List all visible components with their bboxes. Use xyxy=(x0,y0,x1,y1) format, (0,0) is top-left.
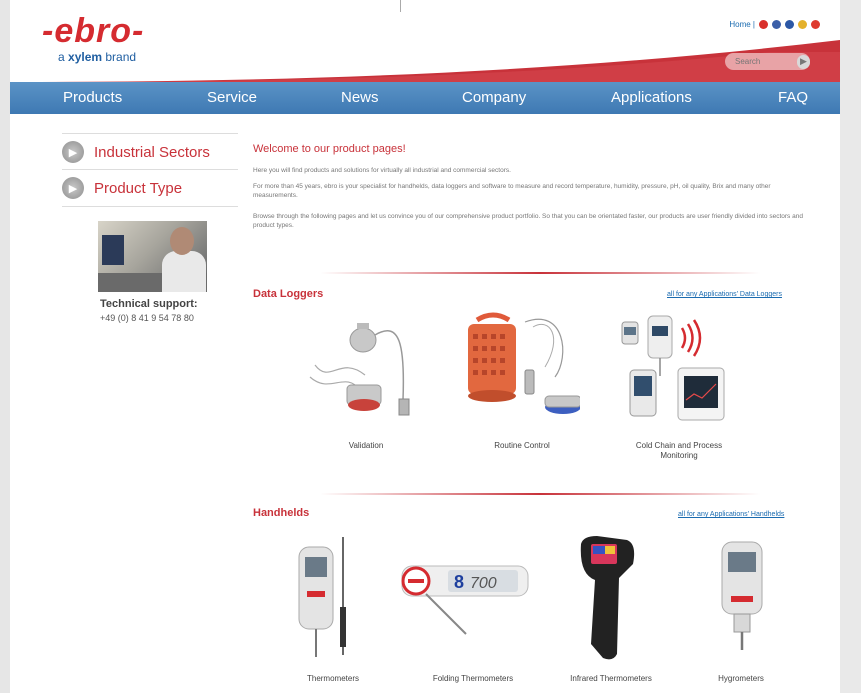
product-label-folding-thermometers[interactable]: Folding Thermometers xyxy=(413,674,533,684)
validation-product-image[interactable] xyxy=(305,315,420,425)
hygrometer-product-image[interactable] xyxy=(717,538,767,653)
product-label-thermometers[interactable]: Thermometers xyxy=(273,674,393,684)
support-photo xyxy=(98,221,207,292)
search-button[interactable]: ▶ xyxy=(797,54,810,69)
language-bar: Home | xyxy=(729,20,820,29)
flag-es-icon[interactable] xyxy=(798,20,807,29)
routine-control-product-image[interactable] xyxy=(455,312,580,427)
product-label-hygrometers[interactable]: Hygrometers xyxy=(681,674,801,684)
section-title-handhelds: Handhelds xyxy=(253,507,310,519)
sidebar-item-industrial-sectors[interactable]: ▶ Industrial Sectors xyxy=(62,141,210,163)
folding-thermometer-product-image[interactable]: 8 700 xyxy=(398,560,533,645)
flag-fr-icon[interactable] xyxy=(785,20,794,29)
product-label-infrared-thermometers[interactable]: Infrared Thermometers xyxy=(551,674,671,684)
nav-service[interactable]: Service xyxy=(207,89,257,106)
cold-chain-product-image[interactable] xyxy=(620,314,730,429)
sidebar-divider xyxy=(62,133,238,134)
home-link[interactable]: Home | xyxy=(729,20,755,29)
product-label-cold-chain[interactable]: Cold Chain and Process Monitoring xyxy=(619,441,739,461)
support-phone: +49 (0) 8 41 9 54 78 80 xyxy=(100,313,194,323)
intro-paragraph: Browse through the following pages and l… xyxy=(253,213,803,229)
infrared-thermometer-product-image[interactable] xyxy=(573,534,643,664)
support-title: Technical support: xyxy=(100,298,198,310)
arrow-right-icon: ▶ xyxy=(62,177,84,199)
intro-paragraph: For more than 45 years, ebro is your spe… xyxy=(253,183,771,199)
svg-text:700: 700 xyxy=(470,575,497,592)
sidebar-item-label: Industrial Sectors xyxy=(94,143,210,161)
search-input[interactable] xyxy=(733,56,795,67)
sidebar-divider xyxy=(62,206,238,207)
left-frame-edge xyxy=(0,0,10,693)
sidebar-item-product-type[interactable]: ▶ Product Type xyxy=(62,177,182,199)
thermometer-product-image[interactable] xyxy=(295,535,370,665)
section-divider xyxy=(320,272,760,274)
handhelds-all-link[interactable]: all for any Applications' Handhelds xyxy=(678,511,784,518)
section-title-data-loggers: Data Loggers xyxy=(253,288,324,300)
sidebar-item-label: Product Type xyxy=(94,179,183,197)
top-marker xyxy=(400,0,401,12)
nav-faq[interactable]: FAQ xyxy=(778,89,808,106)
product-label-validation[interactable]: Validation xyxy=(306,441,426,451)
header-swoosh xyxy=(10,40,840,85)
product-page: -ebro- a xylem brand Home | ▶ Products S… xyxy=(10,0,840,693)
flag-de-icon[interactable] xyxy=(759,20,768,29)
page-title: Welcome to our product pages! xyxy=(253,143,406,155)
search-box: ▶ xyxy=(725,53,810,70)
flag-uk-icon[interactable] xyxy=(772,20,781,29)
flag-cn-icon[interactable] xyxy=(811,20,820,29)
nav-products[interactable]: Products xyxy=(63,89,122,106)
intro-paragraph: Here you will find products and solution… xyxy=(253,167,511,174)
section-divider xyxy=(320,493,760,495)
nav-applications[interactable]: Applications xyxy=(611,89,692,106)
nav-news[interactable]: News xyxy=(341,89,379,106)
main-navigation: Products Service News Company Applicatio… xyxy=(10,82,840,114)
data-loggers-all-link[interactable]: all for any Applications' Data Loggers xyxy=(667,291,782,298)
arrow-right-icon: ▶ xyxy=(62,141,84,163)
nav-company[interactable]: Company xyxy=(462,89,526,106)
sidebar-divider xyxy=(62,169,238,170)
product-label-routine-control[interactable]: Routine Control xyxy=(462,441,582,451)
right-frame-edge xyxy=(840,0,861,693)
svg-text:8: 8 xyxy=(454,572,464,592)
